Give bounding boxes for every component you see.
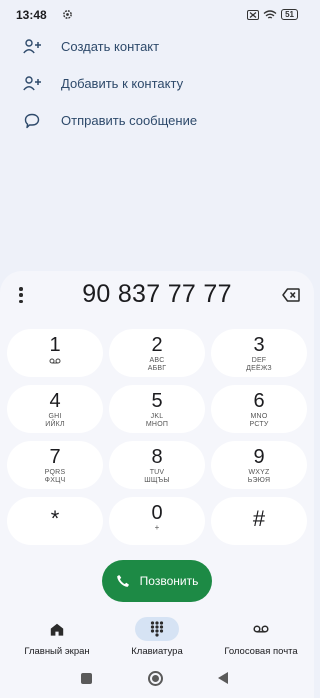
key-letters-latin: JKL <box>150 413 164 420</box>
status-icons: 51 <box>247 9 298 20</box>
send-message-label: Отправить сообщение <box>61 113 198 128</box>
key-digit: 5 <box>151 390 163 412</box>
voicemail-icon <box>49 358 61 364</box>
dial-key-star[interactable]: * <box>7 497 103 545</box>
dial-key-5[interactable]: 5 JKL МНОП <box>109 385 205 433</box>
create-contact-label: Создать контакт <box>61 39 160 54</box>
dial-key-8[interactable]: 8 TUV ШЩЪЫ <box>109 441 205 489</box>
key-letters-latin: PQRS <box>44 469 66 476</box>
key-digit: 6 <box>253 390 265 412</box>
call-button-label: Позвонить <box>139 574 199 588</box>
dial-key-6[interactable]: 6 MNO РСТУ <box>211 385 307 433</box>
nav-home-pill <box>35 617 79 641</box>
nav-home-label: Главный экран <box>24 646 90 657</box>
dial-key-4[interactable]: 4 GHI ИЙКЛ <box>7 385 103 433</box>
key-digit: 0 <box>151 502 163 524</box>
key-digit: 8 <box>151 446 163 468</box>
nav-voicemail-label: Голосовая почта <box>224 646 298 657</box>
phone-icon <box>116 575 129 587</box>
key-letters-cyrillic: ИЙКЛ <box>45 421 65 428</box>
home-button-icon[interactable] <box>148 671 163 686</box>
system-nav-bar <box>0 666 314 690</box>
key-letters-cyrillic: ФХЦЧ <box>44 477 66 484</box>
key-digit: 2 <box>151 334 163 356</box>
key-letters-latin: TUV <box>149 469 165 476</box>
dial-key-2[interactable]: 2 ABC АБВГ <box>109 329 205 377</box>
settings-gear-icon <box>63 10 72 19</box>
key-letters-cyrillic: АБВГ <box>147 365 167 372</box>
add-person-icon <box>22 74 42 94</box>
key-plus: + <box>154 523 160 532</box>
add-to-contact-label: Добавить к контакту <box>61 76 184 91</box>
voicemail-icon <box>253 625 269 633</box>
nav-voicemail[interactable]: Голосовая почта <box>209 617 313 657</box>
add-person-icon <box>22 37 42 57</box>
key-letters-cyrillic: ДЕЁЖЗ <box>246 365 272 372</box>
dial-key-hash[interactable]: # <box>211 497 307 545</box>
dial-key-7[interactable]: 7 PQRS ФХЦЧ <box>7 441 103 489</box>
key-digit: 1 <box>49 334 61 356</box>
dial-key-3[interactable]: 3 DEF ДЕЁЖЗ <box>211 329 307 377</box>
backspace-icon[interactable] <box>282 288 300 302</box>
nav-keypad[interactable]: Клавиатура <box>105 617 209 657</box>
bottom-nav: Главный экран Клавиатура Голосовая почта <box>0 617 314 657</box>
wifi-icon <box>263 9 277 19</box>
recents-icon[interactable] <box>81 673 92 684</box>
nav-keypad-pill <box>135 617 179 641</box>
back-icon[interactable] <box>218 672 228 684</box>
create-contact-action[interactable]: Создать контакт <box>0 28 314 65</box>
dial-key-0[interactable]: 0 + <box>109 497 205 545</box>
nav-voicemail-pill <box>239 617 283 641</box>
dial-key-1[interactable]: 1 <box>7 329 103 377</box>
key-letters-latin: DEF <box>251 357 267 364</box>
nav-keypad-label: Клавиатура <box>131 646 183 657</box>
key-digit: * <box>50 506 60 531</box>
number-actions: Создать контакт Добавить к контакту Отпр… <box>0 28 314 139</box>
key-letters-cyrillic: ЬЭЮЯ <box>247 477 271 484</box>
key-letters-cyrillic: МНОП <box>145 421 169 428</box>
dial-key-9[interactable]: 9 WXYZ ЬЭЮЯ <box>211 441 307 489</box>
message-icon <box>22 111 42 131</box>
key-letters-cyrillic: ШЩЪЫ <box>144 477 170 484</box>
dialed-number[interactable]: 90 837 77 77 <box>0 280 314 309</box>
number-row: 90 837 77 77 <box>0 271 314 319</box>
key-letters-cyrillic: РСТУ <box>249 421 269 428</box>
battery-indicator: 51 <box>281 9 298 20</box>
key-letters-latin: WXYZ <box>248 469 270 476</box>
status-time: 13:48 <box>16 8 47 22</box>
call-button[interactable]: Позвонить <box>102 560 212 602</box>
add-to-contact-action[interactable]: Добавить к контакту <box>0 65 314 102</box>
key-digit: 4 <box>49 390 61 412</box>
send-message-action[interactable]: Отправить сообщение <box>0 102 314 139</box>
key-letters-latin: ABC <box>149 357 165 364</box>
key-digit: 3 <box>253 334 265 356</box>
nav-home[interactable]: Главный экран <box>5 617 109 657</box>
sim-disabled-icon <box>247 9 260 20</box>
key-letters-latin: GHI <box>48 413 62 420</box>
key-letters-latin: MNO <box>250 413 268 420</box>
home-icon <box>50 623 64 636</box>
key-digit: # <box>252 506 266 531</box>
key-digit: 9 <box>253 446 265 468</box>
key-digit: 7 <box>49 446 61 468</box>
status-bar: 13:48 51 <box>0 0 314 30</box>
dialpad-icon <box>150 621 164 637</box>
